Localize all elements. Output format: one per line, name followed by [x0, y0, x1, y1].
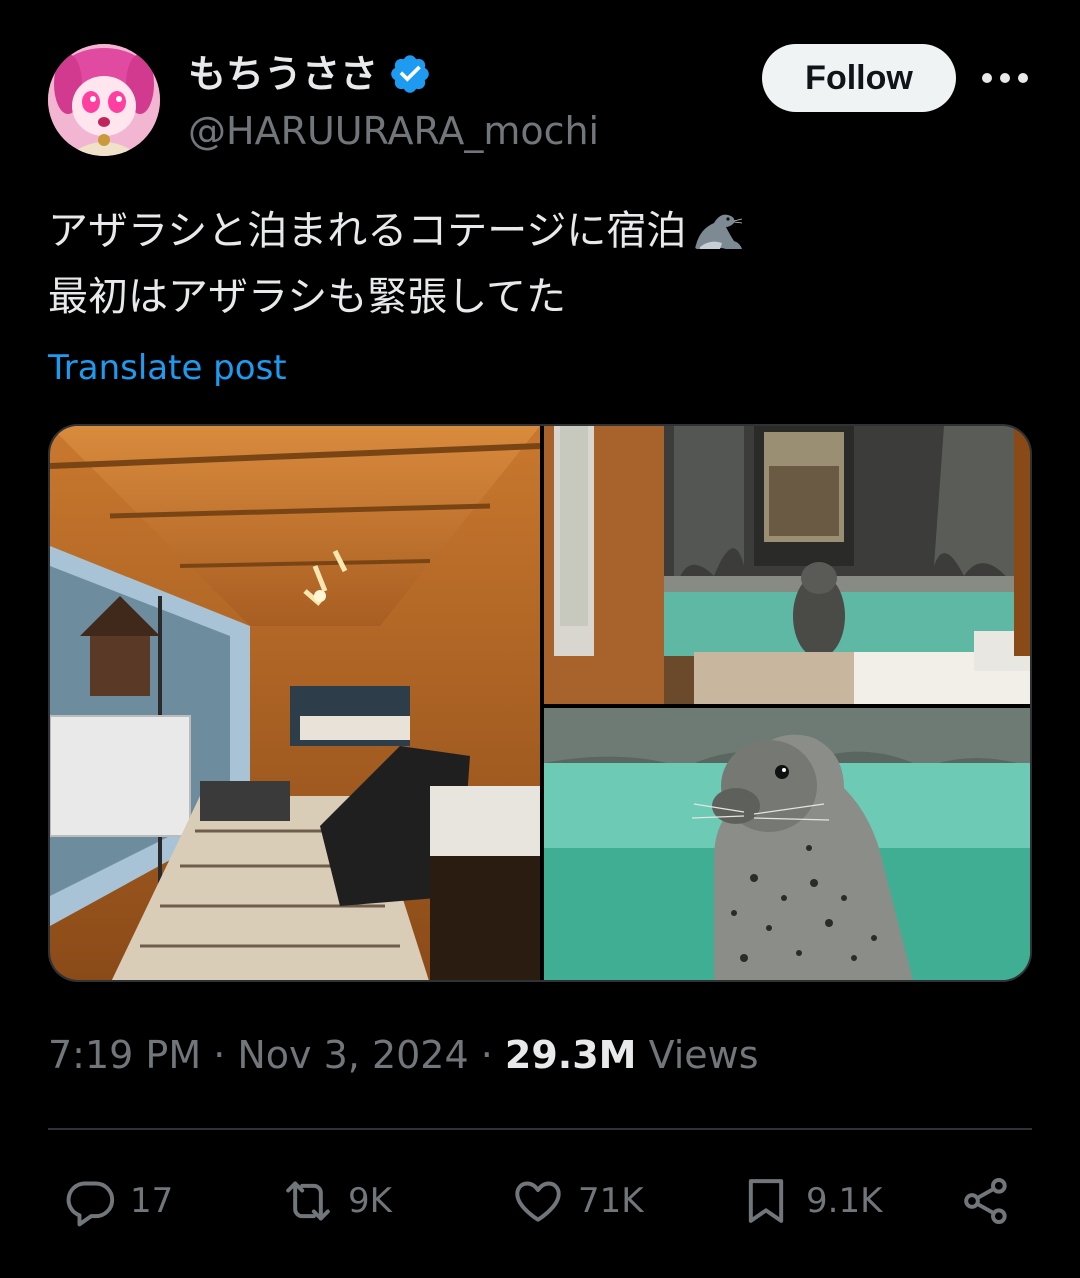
reply-button[interactable]: 17 — [62, 1166, 173, 1236]
post-line-2: 最初はアザラシも緊張してた — [48, 264, 1032, 330]
repost-button[interactable]: 9K — [280, 1166, 392, 1236]
seal-closeup-photo[interactable] — [544, 708, 1030, 980]
post-body: アザラシと泊まれるコテージに宿泊 最初はアザラシも緊張してた — [48, 198, 1032, 330]
media-grid — [48, 424, 1032, 982]
post-meta: 7:19 PM · Nov 3, 2024 · 29.3M Views — [48, 1030, 759, 1080]
post-line-1: アザラシと泊まれるコテージに宿泊 — [48, 198, 1032, 264]
post-header: もちうささ @HARUURARA_mochi Follow — [48, 44, 1032, 160]
like-button[interactable]: 71K — [510, 1166, 644, 1236]
meta-separator: · — [201, 1033, 238, 1077]
bookmark-icon — [748, 1179, 784, 1223]
reply-icon — [66, 1181, 115, 1227]
divider — [48, 1128, 1032, 1130]
name-row: もちうささ — [188, 48, 432, 100]
action-bar: 17 9K 71K 9.1K — [48, 1166, 1032, 1236]
reply-count: 17 — [130, 1181, 174, 1221]
translate-post-link[interactable]: Translate post — [48, 344, 287, 392]
avatar[interactable] — [48, 44, 160, 156]
post-time[interactable]: 7:19 PM — [48, 1033, 201, 1077]
seal-emoji-icon — [695, 214, 743, 249]
verified-badge-icon — [391, 55, 429, 93]
views-count[interactable]: 29.3M — [505, 1033, 637, 1077]
user-handle[interactable]: @HARUURARA_mochi — [188, 106, 599, 156]
like-count: 71K — [578, 1181, 644, 1221]
bookmark-count: 9.1K — [806, 1181, 883, 1221]
post-text-line-2: 最初はアザラシも緊張してた — [48, 274, 566, 320]
bookmark-button[interactable]: 9.1K — [738, 1166, 882, 1236]
repost-count: 9K — [348, 1181, 392, 1221]
share-icon — [964, 1178, 1007, 1224]
follow-button[interactable]: Follow — [762, 44, 956, 112]
seal-in-pool-room-photo[interactable] — [544, 426, 1030, 704]
heart-icon — [515, 1181, 561, 1222]
views-label: Views — [636, 1033, 759, 1077]
cottage-interior-photo[interactable] — [50, 426, 540, 980]
post-text-line-1: アザラシと泊まれるコテージに宿泊 — [48, 208, 687, 254]
display-name[interactable]: もちうささ — [188, 48, 378, 100]
avatar-illustration — [48, 44, 160, 156]
share-button[interactable] — [958, 1166, 1014, 1236]
repost-icon — [286, 1181, 330, 1221]
post-date[interactable]: Nov 3, 2024 — [237, 1033, 468, 1077]
more-options-icon[interactable] — [978, 58, 1032, 98]
meta-separator: · — [468, 1033, 505, 1077]
